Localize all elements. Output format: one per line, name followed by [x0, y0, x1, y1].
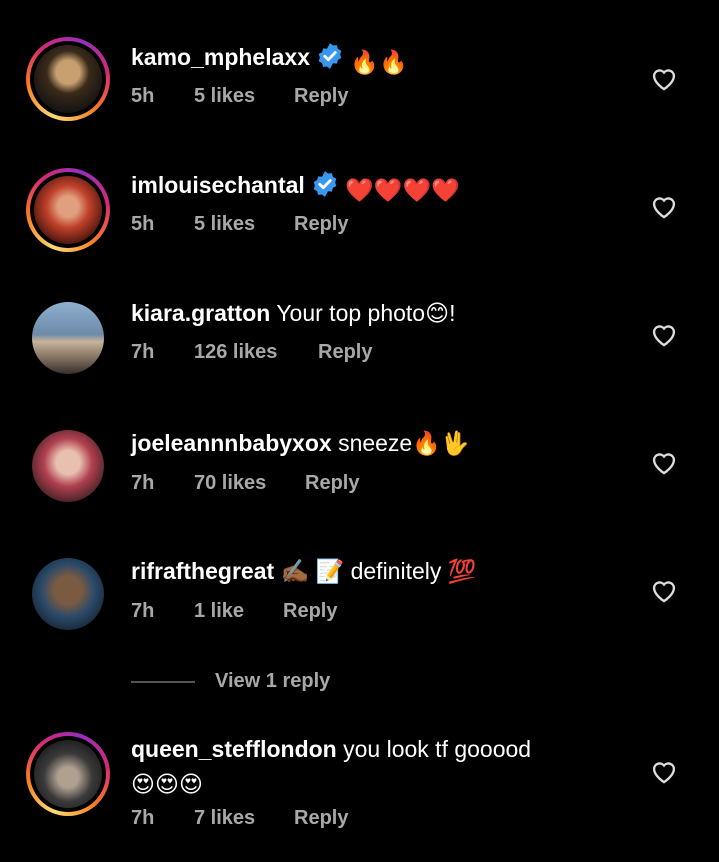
comment-username[interactable]: kiara.gratton: [131, 300, 270, 326]
reply-button[interactable]: Reply: [305, 472, 359, 495]
avatar[interactable]: [32, 302, 104, 374]
story-ring[interactable]: [26, 168, 110, 252]
comment-text: you look tf gooood: [343, 736, 532, 762]
comment-text: ✍🏾 📝 definitely 💯: [280, 558, 477, 584]
comment-time: 5h: [131, 213, 155, 235]
comment-likes[interactable]: 70 likes: [194, 472, 305, 495]
comment-emojis: 🔥🔥: [350, 49, 408, 75]
heart-outline-icon[interactable]: [650, 321, 678, 347]
avatar[interactable]: [34, 45, 102, 113]
comment-likes[interactable]: 5 likes: [194, 213, 294, 236]
comment-time: 7h: [131, 341, 155, 363]
heart-outline-icon[interactable]: [650, 193, 678, 219]
comment-time: 5h: [131, 85, 155, 107]
avatar[interactable]: [34, 176, 102, 244]
comment-emojis: ❤️❤️❤️❤️: [345, 177, 460, 203]
heart-outline-icon[interactable]: [650, 449, 678, 475]
reply-button[interactable]: Reply: [283, 600, 337, 623]
heart-outline-icon[interactable]: [650, 758, 678, 784]
avatar[interactable]: [32, 430, 104, 502]
comment-emojis: 😍😍😍: [131, 771, 203, 797]
heart-outline-icon[interactable]: [650, 65, 678, 91]
avatar-container[interactable]: [26, 424, 110, 508]
comment-username[interactable]: imlouisechantal: [131, 172, 305, 198]
view-replies-label: View 1 reply: [215, 670, 331, 692]
comment-username[interactable]: queen_stefflondon: [131, 736, 337, 762]
comment-text: sneeze🔥🖖: [338, 430, 470, 456]
avatar-container[interactable]: [26, 296, 110, 380]
verified-badge-icon: [318, 43, 342, 69]
comment-username[interactable]: rifrafthegreat: [131, 558, 274, 584]
comment-likes[interactable]: 126 likes: [194, 341, 318, 364]
comment-text: Your top photo😊!: [276, 300, 456, 326]
reply-button[interactable]: Reply: [318, 341, 372, 364]
verified-badge-icon: [313, 171, 337, 197]
comment-time: 7h: [131, 600, 155, 622]
comment-username[interactable]: kamo_mphelaxx: [131, 44, 310, 70]
comment-likes[interactable]: 1 like: [194, 600, 283, 623]
comment-time: 7h: [131, 472, 155, 494]
reply-button[interactable]: Reply: [294, 807, 348, 830]
comment-username[interactable]: joeleannnbabyxox: [131, 430, 332, 456]
view-replies-button[interactable]: View 1 reply: [131, 670, 330, 693]
story-ring[interactable]: [26, 37, 110, 121]
comment-time: 7h: [131, 807, 155, 829]
comment-likes[interactable]: 7 likes: [194, 807, 294, 830]
avatar[interactable]: [34, 740, 102, 808]
heart-outline-icon[interactable]: [650, 577, 678, 603]
avatar[interactable]: [32, 558, 104, 630]
avatar-container[interactable]: [26, 552, 110, 636]
story-ring[interactable]: [26, 732, 110, 816]
reply-button[interactable]: Reply: [294, 85, 348, 108]
divider: [131, 680, 195, 683]
reply-button[interactable]: Reply: [294, 213, 348, 236]
comment-likes[interactable]: 5 likes: [194, 85, 294, 108]
